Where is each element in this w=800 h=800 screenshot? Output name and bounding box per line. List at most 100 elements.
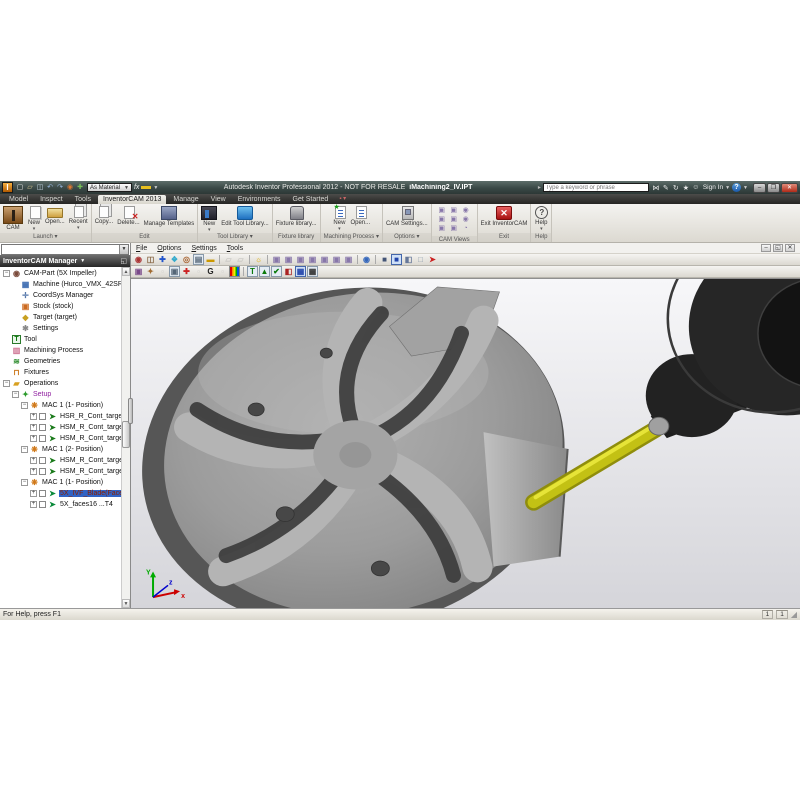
sign-in-caret-icon[interactable]: ▼ xyxy=(725,185,730,191)
dock-icon[interactable]: ◱ xyxy=(120,257,127,265)
operation-checkbox[interactable] xyxy=(39,413,46,420)
tree-item-operations[interactable]: −▰Operations xyxy=(0,378,121,389)
help-caret-icon[interactable]: ▼ xyxy=(743,185,748,191)
tab-view[interactable]: View xyxy=(206,195,231,204)
ribbon-button-open[interactable]: Open... xyxy=(349,205,371,227)
tree-item-hsr-r-cont-target-t1[interactable]: +➤HSR_R_Cont_target ...T1 xyxy=(0,411,121,422)
dynamic-rotate-icon[interactable]: ❖ xyxy=(169,254,180,265)
operation-checkbox[interactable] xyxy=(39,435,46,442)
view-orientation-1-icon[interactable]: ▣ xyxy=(271,254,282,265)
cam-view-icon-6[interactable]: ◉ xyxy=(461,216,471,224)
slider-icon[interactable] xyxy=(141,186,151,189)
view-orientation-2-icon[interactable]: ▣ xyxy=(283,254,294,265)
tab-model[interactable]: Model xyxy=(4,195,33,204)
measure-icon[interactable]: ▬ xyxy=(205,254,216,265)
update-icon[interactable]: ◉ xyxy=(65,182,75,193)
ribbon-button-exit-inventorcam[interactable]: Exit InventorCAM xyxy=(480,205,529,228)
help-search-input[interactable] xyxy=(543,183,649,192)
redo-icon[interactable]: ↷ xyxy=(55,182,65,193)
scroll-down-icon[interactable]: ▼ xyxy=(122,599,130,608)
cam-view-icon-4[interactable]: ▣ xyxy=(437,216,447,224)
collapse-icon[interactable]: − xyxy=(3,270,10,277)
pan-icon[interactable]: ✚ xyxy=(157,254,168,265)
ribbon-button-fixture-library[interactable]: Fixture library... xyxy=(275,205,318,228)
transparent-display-icon[interactable]: □ xyxy=(415,254,426,265)
tree-item-machine-hurco-vmx-42sr-5x[interactable]: ▦Machine (Hurco_VMX_42SR_5X) xyxy=(0,279,121,290)
view-orientation-7-icon[interactable]: ▣ xyxy=(343,254,354,265)
menu-settings[interactable]: Settings xyxy=(191,245,216,252)
expand-icon[interactable]: + xyxy=(30,457,37,464)
3d-view[interactable]: Y x z xyxy=(131,278,800,608)
expand-icon[interactable]: + xyxy=(30,424,37,431)
tool-path-rewind-icon[interactable]: ✦ xyxy=(145,266,156,277)
ribbon-button-copy[interactable]: Copy... xyxy=(94,205,115,226)
wrench-icon[interactable]: ✎ xyxy=(661,184,671,192)
tree-item-machining-process[interactable]: ▥Machining Process xyxy=(0,345,121,356)
ribbon-button-recent[interactable]: Recent▾ xyxy=(68,205,89,230)
ribbon-button-help[interactable]: Help▾ xyxy=(533,205,549,231)
ribbon-group-label[interactable]: Tool Library ▾ xyxy=(198,233,271,242)
tree-item-hsm-r-cont-target-t3-1-t3[interactable]: +➤HSM_R_Cont_target_T3_1 ...T3 xyxy=(0,466,121,477)
ribbon-group-label[interactable]: Help xyxy=(531,233,551,242)
show-holder-icon[interactable]: ▲ xyxy=(259,266,270,277)
zoom-icon[interactable]: ◉ xyxy=(133,254,144,265)
ribbon-button-edit-tool-library[interactable]: Edit Tool Library... xyxy=(220,205,269,228)
collapse-icon[interactable]: − xyxy=(21,479,28,486)
tree-item-cam-part-5x-impeller[interactable]: −◉CAM-Part (5X Impeller) xyxy=(0,268,121,279)
tree-item-mac-1-1-position[interactable]: −❋MAC 1 (1- Position) xyxy=(0,400,121,411)
save-icon[interactable]: ◫ xyxy=(35,182,45,193)
tree-item-hsm-r-cont-target-t1-1-t1[interactable]: +➤HSM_R_Cont_target_T1_1 ...T1 xyxy=(0,422,121,433)
inventor-logo-icon[interactable]: I xyxy=(2,182,13,193)
tree-item-hsm-r-cont-target-t3-t3[interactable]: +➤HSM_R_Cont_target_T3 ...T3 xyxy=(0,455,121,466)
community-icon[interactable]: ↻ xyxy=(671,184,681,192)
cam-view-icon-3[interactable]: ◉ xyxy=(461,207,471,215)
sign-in-button[interactable]: Sign In xyxy=(703,184,723,191)
ribbon-group-label[interactable]: Fixture library xyxy=(273,233,320,242)
ribbon-group-label[interactable]: Exit xyxy=(478,233,531,242)
tree-item-stock-stock[interactable]: ▣Stock (stock) xyxy=(0,301,121,312)
cam-view-icon-9[interactable]: ◔ xyxy=(461,225,471,233)
isometric-view-icon[interactable]: ◉ xyxy=(361,254,372,265)
operation-checkbox[interactable] xyxy=(39,501,46,508)
expand-icon[interactable]: + xyxy=(30,501,37,508)
undo-icon[interactable]: ↶ xyxy=(45,182,55,193)
expand-icon[interactable]: + xyxy=(30,413,37,420)
show-hide-elements-icon[interactable]: ☼ xyxy=(253,254,264,265)
doc-minimize-button[interactable]: – xyxy=(761,244,771,252)
return-icon[interactable]: ✚ xyxy=(75,182,85,193)
cam-view-icon-5[interactable]: ▣ xyxy=(449,216,459,224)
doc-close-button[interactable]: ✕ xyxy=(785,244,795,252)
show-stock-icon[interactable]: ◧ xyxy=(283,266,294,277)
ribbon-button-new[interactable]: New▾ xyxy=(200,205,218,232)
doc-restore-button[interactable]: ◱ xyxy=(773,244,783,252)
operation-checkbox[interactable] xyxy=(39,424,46,431)
help-icon[interactable]: ? xyxy=(732,183,741,192)
ribbon-button-new[interactable]: New▾ xyxy=(331,205,347,231)
tree-item-5x-faces16-t4[interactable]: +➤5X_faces16 ...T4 xyxy=(0,499,121,510)
qat-overflow-icon[interactable]: ▼ xyxy=(153,185,158,191)
color-legend-icon[interactable] xyxy=(229,266,240,277)
collapse-icon[interactable]: − xyxy=(3,380,10,387)
search-icon[interactable]: ⋈ xyxy=(651,184,661,192)
tree-item-fixtures[interactable]: ⊓Fixtures xyxy=(0,367,121,378)
machine-housing-icon[interactable]: ▦ xyxy=(295,266,306,277)
tab-overflow-icon[interactable]: ▪ ▾ xyxy=(339,195,346,204)
tree-item-5x-ivf-blade-face-t4[interactable]: +➤5X_IVF_Blade(Face ...T4 xyxy=(0,488,121,499)
new-file-icon[interactable]: ▢ xyxy=(15,182,25,193)
tab-tools[interactable]: Tools xyxy=(70,195,96,204)
hidden-edges-display-icon[interactable]: ◧ xyxy=(403,254,414,265)
cam-view-icon-1[interactable]: ▣ xyxy=(437,207,447,215)
tab-inspect[interactable]: Inspect xyxy=(35,195,68,204)
collapse-icon[interactable]: − xyxy=(12,391,19,398)
tab-environments[interactable]: Environments xyxy=(233,195,286,204)
tree-item-tool[interactable]: TTool xyxy=(0,334,121,345)
ribbon-group-label[interactable]: Edit xyxy=(92,233,198,242)
panel-splitter-handle[interactable] xyxy=(128,398,133,424)
menu-options[interactable]: Options xyxy=(157,245,181,252)
cam-view-icon-2[interactable]: ▣ xyxy=(449,207,459,215)
tab-get-started[interactable]: Get Started xyxy=(288,195,334,204)
ribbon-group-label[interactable]: Launch ▾ xyxy=(0,233,91,242)
ribbon-button-cam-settings[interactable]: CAM Settings... xyxy=(385,205,429,228)
operation-checkbox[interactable] xyxy=(39,468,46,475)
favorites-icon[interactable]: ★ xyxy=(681,184,691,192)
